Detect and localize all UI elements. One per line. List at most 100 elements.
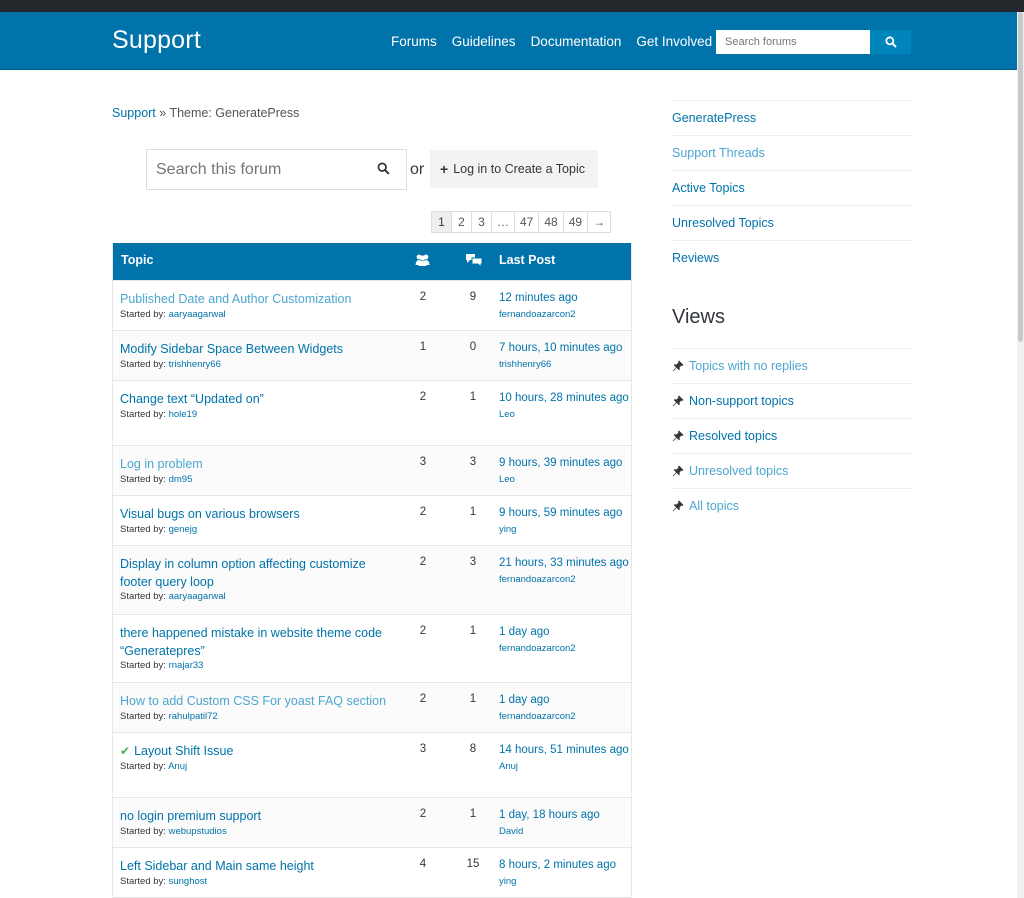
topic-title-link[interactable]: no login premium support xyxy=(120,807,400,825)
sidebar-links: GeneratePress Support Threads Active Topic… xyxy=(672,100,912,275)
started-by-label: Started by: xyxy=(120,309,166,320)
topic-title-link[interactable]: Change text “Updated on” xyxy=(120,390,400,408)
page-link[interactable]: 47 xyxy=(514,211,540,233)
topics-table: Topic Last Post Published Date and Autho… xyxy=(112,243,632,898)
page-link[interactable]: 48 xyxy=(538,211,564,233)
nav-get-involved[interactable]: Get Involved xyxy=(636,34,712,49)
topic-title-link[interactable]: Left Sidebar and Main same height xyxy=(120,857,400,875)
forum-search-button[interactable] xyxy=(377,162,390,180)
sidebar-link[interactable]: Reviews xyxy=(672,240,912,275)
posts-icon xyxy=(465,253,483,273)
topic-freshness-link[interactable]: 7 hours, 10 minutes ago xyxy=(499,340,633,357)
topic-author-link[interactable]: aaryaagarwal xyxy=(169,309,226,320)
topic-started-by: Started by: Anuj xyxy=(120,761,187,772)
topics-list: Published Date and Author Customization S… xyxy=(113,280,631,897)
scrollbar-thumb[interactable] xyxy=(1018,12,1023,342)
topic-author-link[interactable]: webupstudios xyxy=(169,826,227,837)
nav-documentation[interactable]: Documentation xyxy=(531,34,622,49)
table-row: Left Sidebar and Main same height Started… xyxy=(113,847,631,897)
last-post-author-link[interactable]: ying xyxy=(499,876,516,887)
table-row: Modify Sidebar Space Between Widgets Star… xyxy=(113,330,631,380)
pin-icon xyxy=(672,360,684,372)
nav-guidelines[interactable]: Guidelines xyxy=(452,34,516,49)
topic-freshness-link[interactable]: 14 hours, 51 minutes ago xyxy=(499,742,633,759)
topic-author-link[interactable]: rnajar33 xyxy=(169,660,204,671)
sidebar-link[interactable]: Active Topics xyxy=(672,170,912,205)
last-post-author-link[interactable]: Anuj xyxy=(499,761,518,772)
topic-title: Visual bugs on various browsers xyxy=(120,507,300,521)
topic-title-link[interactable]: Modify Sidebar Space Between Widgets xyxy=(120,340,400,358)
topic-title-link[interactable]: Display in column option affecting custo… xyxy=(120,555,400,591)
forum-search xyxy=(146,149,407,190)
page-link[interactable]: 49 xyxy=(562,211,589,233)
last-post-author-link[interactable]: ying xyxy=(499,524,516,535)
topic-author-link[interactable]: aaryaagarwal xyxy=(169,591,226,602)
last-post-author-link[interactable]: David xyxy=(499,826,523,837)
topic-author-link[interactable]: sunghost xyxy=(169,876,208,887)
views-title: Views xyxy=(672,306,725,328)
sidebar-link[interactable]: Support Threads xyxy=(672,135,912,170)
topic-freshness-link[interactable]: 9 hours, 59 minutes ago xyxy=(499,505,633,522)
last-post-author-link[interactable]: Leo xyxy=(499,474,515,485)
started-by-label: Started by: xyxy=(120,660,166,671)
topic-freshness-link[interactable]: 9 hours, 39 minutes ago xyxy=(499,455,633,472)
topic-freshness-link[interactable]: 21 hours, 33 minutes ago xyxy=(499,555,633,572)
search-icon xyxy=(884,36,897,48)
forum-search-input[interactable] xyxy=(147,150,367,189)
nav-forums[interactable]: Forums xyxy=(391,34,437,49)
topic-author-link[interactable]: Anuj xyxy=(168,761,187,772)
topic-voices: 3 xyxy=(419,456,427,468)
topic-author-link[interactable]: rahulpatil72 xyxy=(169,711,218,722)
topic-posts: 9 xyxy=(469,291,477,303)
view-link[interactable]: Topics with no replies xyxy=(672,348,912,383)
topic-posts: 1 xyxy=(469,808,477,820)
last-post-author-link[interactable]: fernandoazarcon2 xyxy=(499,643,576,654)
voices-icon xyxy=(415,253,430,272)
breadcrumb-root[interactable]: Support xyxy=(112,106,156,120)
started-by-label: Started by: xyxy=(120,826,166,837)
topic-freshness-link[interactable]: 1 day, 18 hours ago xyxy=(499,807,633,824)
topic-freshness-link[interactable]: 1 day ago xyxy=(499,692,633,709)
topic-freshness-link[interactable]: 8 hours, 2 minutes ago xyxy=(499,857,633,874)
last-post-author-link[interactable]: Leo xyxy=(499,409,515,420)
topic-freshness-link[interactable]: 1 day ago xyxy=(499,624,633,641)
topic-title-link[interactable]: How to add Custom CSS For yoast FAQ sect… xyxy=(120,692,400,710)
topic-posts: 1 xyxy=(469,625,477,637)
view-link[interactable]: Non-support topics xyxy=(672,383,912,418)
table-row: no login premium support Started by: webu… xyxy=(113,797,631,847)
topic-author-link[interactable]: hole19 xyxy=(169,409,198,420)
topic-posts: 1 xyxy=(469,506,477,518)
page-scrollbar[interactable] xyxy=(1017,12,1024,898)
header-search-button[interactable] xyxy=(870,30,911,54)
view-link[interactable]: Resolved topics xyxy=(672,418,912,453)
site-title-link[interactable]: Support xyxy=(112,26,201,55)
pin-icon xyxy=(672,500,684,512)
topic-freshness-link[interactable]: 12 minutes ago xyxy=(499,290,633,307)
topic-title-link[interactable]: Visual bugs on various browsers xyxy=(120,505,400,523)
page-ellipsis: … xyxy=(491,211,515,233)
topic-author-link[interactable]: genejg xyxy=(169,524,198,535)
last-post-author-link[interactable]: fernandoazarcon2 xyxy=(499,309,576,320)
topic-freshness-link[interactable]: 10 hours, 28 minutes ago xyxy=(499,390,633,407)
page-next-arrow[interactable]: → xyxy=(587,211,612,233)
table-row: ✔ Layout Shift Issue Started by: Anuj 3 8 14 … xyxy=(113,732,631,797)
sidebar-link[interactable]: Unresolved Topics xyxy=(672,205,912,240)
topic-title-link[interactable]: Published Date and Author Customization xyxy=(120,290,400,308)
page-link[interactable]: 3 xyxy=(471,211,492,233)
topic-author-link[interactable]: trishhenry66 xyxy=(169,359,221,370)
login-create-topic-button[interactable]: + Log in to Create a Topic xyxy=(430,150,598,188)
page-link[interactable]: 2 xyxy=(451,211,472,233)
last-post-author-link[interactable]: trishhenry66 xyxy=(499,359,551,370)
header-search xyxy=(716,30,911,54)
view-link[interactable]: Unresolved topics xyxy=(672,453,912,488)
header-search-input[interactable] xyxy=(716,30,870,54)
login-create-topic-label: Log in to Create a Topic xyxy=(453,162,585,176)
topic-title-link[interactable]: ✔ Layout Shift Issue xyxy=(120,742,400,760)
last-post-author-link[interactable]: fernandoazarcon2 xyxy=(499,711,576,722)
sidebar-link[interactable]: GeneratePress xyxy=(672,100,912,135)
topic-title-link[interactable]: there happened mistake in website theme … xyxy=(120,624,400,660)
topic-author-link[interactable]: dm95 xyxy=(169,474,193,485)
view-link[interactable]: All topics xyxy=(672,488,912,523)
topic-title-link[interactable]: Log in problem xyxy=(120,455,400,473)
last-post-author-link[interactable]: fernandoazarcon2 xyxy=(499,574,576,585)
